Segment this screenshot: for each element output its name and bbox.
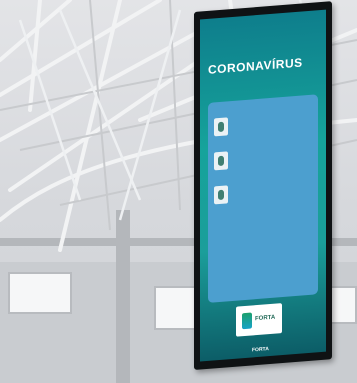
forta-logo-icon bbox=[242, 312, 252, 330]
tip-item bbox=[214, 177, 312, 215]
distance-icon bbox=[214, 185, 228, 205]
signage-screen: CORONAVÍRUS FORTA FORTA bbox=[200, 9, 326, 362]
tip-item bbox=[214, 143, 312, 181]
mask-icon bbox=[214, 151, 228, 171]
sign-tagline bbox=[208, 90, 268, 95]
hand-wash-icon bbox=[214, 117, 228, 137]
info-panel bbox=[208, 94, 318, 303]
closing-message bbox=[218, 245, 308, 252]
footer-logo: FORTA bbox=[252, 346, 269, 354]
tip-item bbox=[214, 109, 312, 147]
forta-logo-box: FORTA bbox=[236, 303, 282, 337]
tip-text bbox=[232, 179, 312, 185]
forta-logo-text: FORTA bbox=[255, 314, 276, 323]
tip-text bbox=[232, 145, 312, 151]
sign-headline: CORONAVÍRUS bbox=[208, 55, 303, 77]
tip-text bbox=[232, 111, 312, 117]
digital-signage-display: CORONAVÍRUS FORTA FORTA bbox=[194, 1, 332, 371]
indoor-scene: CORONAVÍRUS FORTA FORTA bbox=[0, 0, 357, 383]
